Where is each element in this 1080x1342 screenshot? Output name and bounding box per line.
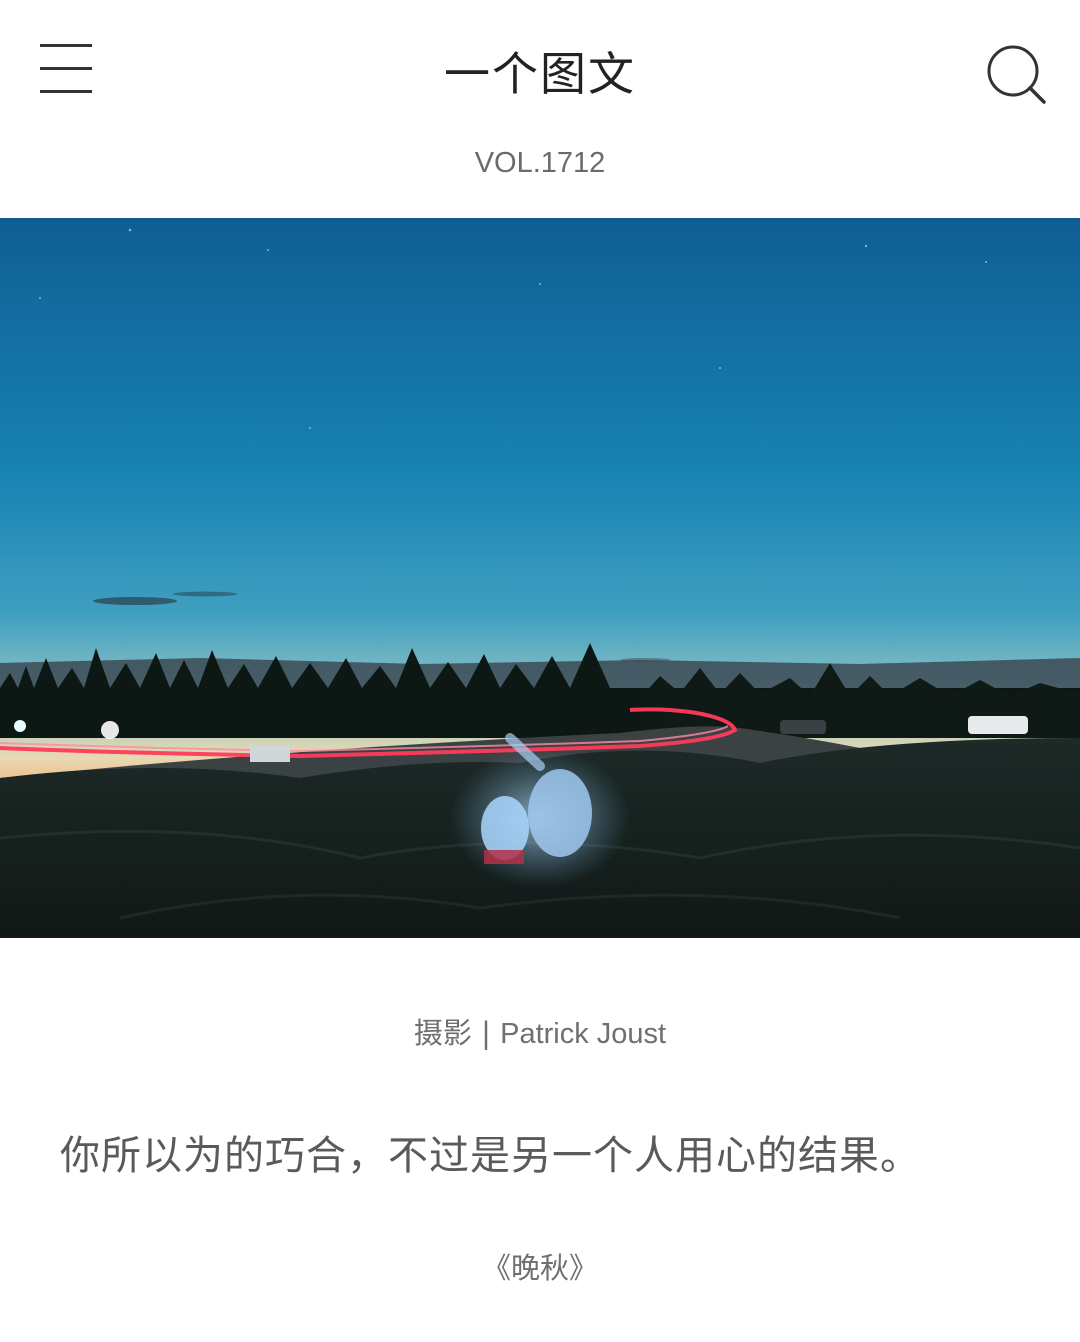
credit-label: 摄影 — [413, 1016, 472, 1050]
photo-credit: 摄影 | Patrick Joust — [0, 1014, 1080, 1053]
credit-separator: | — [471, 1016, 501, 1050]
feature-photo — [0, 218, 1080, 938]
volume-number: VOL.1712 — [474, 147, 606, 179]
page-title: 一个图文 — [444, 47, 636, 101]
quote-text: 你所以为的巧合，不过是另一个人用心的结果。 — [60, 1133, 921, 1179]
credit-author: Patrick Joust — [500, 1018, 667, 1050]
search-icon — [987, 45, 1046, 104]
search-button[interactable] — [986, 44, 1048, 106]
top-bar: 一个图文 — [0, 0, 1080, 150]
quote-source: 《晚秋》 — [481, 1251, 598, 1285]
